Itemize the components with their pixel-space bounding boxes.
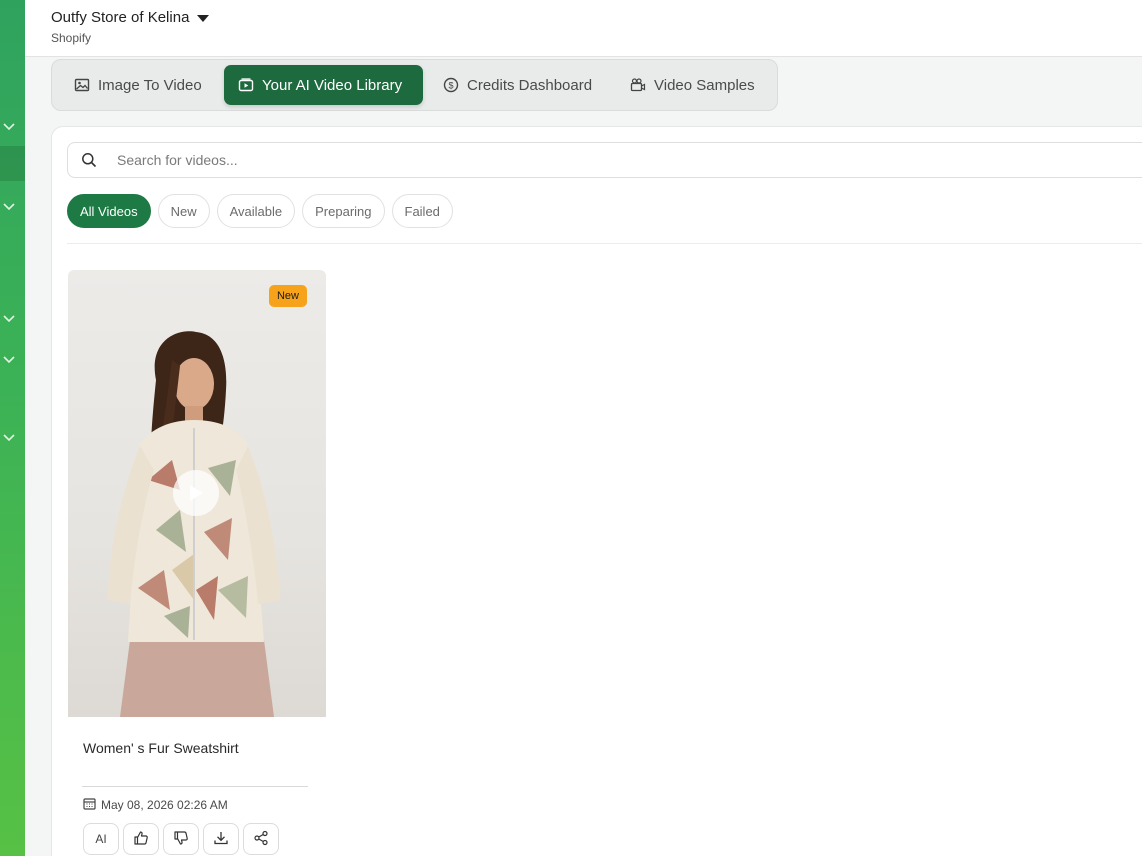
video-thumbnail[interactable]: New xyxy=(68,270,326,717)
filter-all-videos[interactable]: All Videos xyxy=(67,194,151,228)
filter-available[interactable]: Available xyxy=(216,194,296,228)
main-tabs: Image To Video Your AI Video Library $ C… xyxy=(51,59,778,111)
store-name: Outfy Store of Kelina xyxy=(51,9,190,26)
filter-new[interactable]: New xyxy=(157,194,210,228)
download-icon xyxy=(213,830,229,849)
sidebar-chevron-down-icon[interactable] xyxy=(2,311,16,325)
thumbs-up-icon xyxy=(133,830,149,849)
status-filters: All Videos New Available Preparing Faile… xyxy=(67,194,453,228)
tab-your-ai-video-library[interactable]: Your AI Video Library xyxy=(224,65,423,105)
sidebar-chevron-down-icon[interactable] xyxy=(2,199,16,213)
sidebar-chevron-down-icon[interactable] xyxy=(2,430,16,444)
video-camera-icon xyxy=(630,77,646,93)
top-header: Outfy Store of Kelina Shopify xyxy=(25,0,1142,57)
tab-video-samples[interactable]: Video Samples xyxy=(616,65,769,105)
play-icon[interactable] xyxy=(173,470,219,516)
caret-down-icon xyxy=(197,15,210,22)
ai-button[interactable]: AI xyxy=(83,823,119,855)
tab-image-to-video[interactable]: Image To Video xyxy=(60,65,216,105)
date-text: May 08, 2026 02:26 AM xyxy=(101,798,228,812)
filter-failed[interactable]: Failed xyxy=(391,194,453,228)
sidebar-active-indicator xyxy=(0,146,25,181)
svg-text:$: $ xyxy=(448,80,453,90)
sidebar-chevron-down-icon[interactable] xyxy=(2,119,16,133)
calendar-icon xyxy=(83,797,96,813)
video-actions: AI xyxy=(83,823,279,855)
sidebar-rail xyxy=(0,0,25,856)
video-library-icon xyxy=(238,77,254,93)
dislike-button[interactable] xyxy=(163,823,199,855)
tab-label: Video Samples xyxy=(654,76,755,94)
divider xyxy=(67,243,1142,244)
new-badge: New xyxy=(268,285,307,307)
store-platform: Shopify xyxy=(51,31,92,45)
filter-preparing[interactable]: Preparing xyxy=(302,194,385,228)
video-date: May 08, 2026 02:26 AM xyxy=(83,797,228,813)
video-title: Women' s Fur Sweatshirt xyxy=(83,740,239,756)
tab-label: Credits Dashboard xyxy=(467,76,593,94)
tab-label: Image To Video xyxy=(98,76,202,94)
search-bar xyxy=(67,142,1142,178)
video-library-panel: All Videos New Available Preparing Faile… xyxy=(51,126,1142,856)
share-button[interactable] xyxy=(243,823,279,855)
dollar-circle-icon: $ xyxy=(443,77,459,93)
search-icon xyxy=(81,152,97,168)
card-divider xyxy=(82,786,308,787)
store-selector[interactable]: Outfy Store of Kelina xyxy=(51,9,210,26)
search-input[interactable] xyxy=(117,152,817,168)
tab-label: Your AI Video Library xyxy=(262,76,403,94)
image-icon xyxy=(74,77,90,93)
thumbs-down-icon xyxy=(173,830,189,849)
download-button[interactable] xyxy=(203,823,239,855)
sidebar-chevron-down-icon[interactable] xyxy=(2,352,16,366)
like-button[interactable] xyxy=(123,823,159,855)
tab-credits-dashboard[interactable]: $ Credits Dashboard xyxy=(429,65,606,105)
video-card: New Women' s Fur Sweatshirt May 08, 2026… xyxy=(68,270,326,855)
share-icon xyxy=(253,830,269,849)
